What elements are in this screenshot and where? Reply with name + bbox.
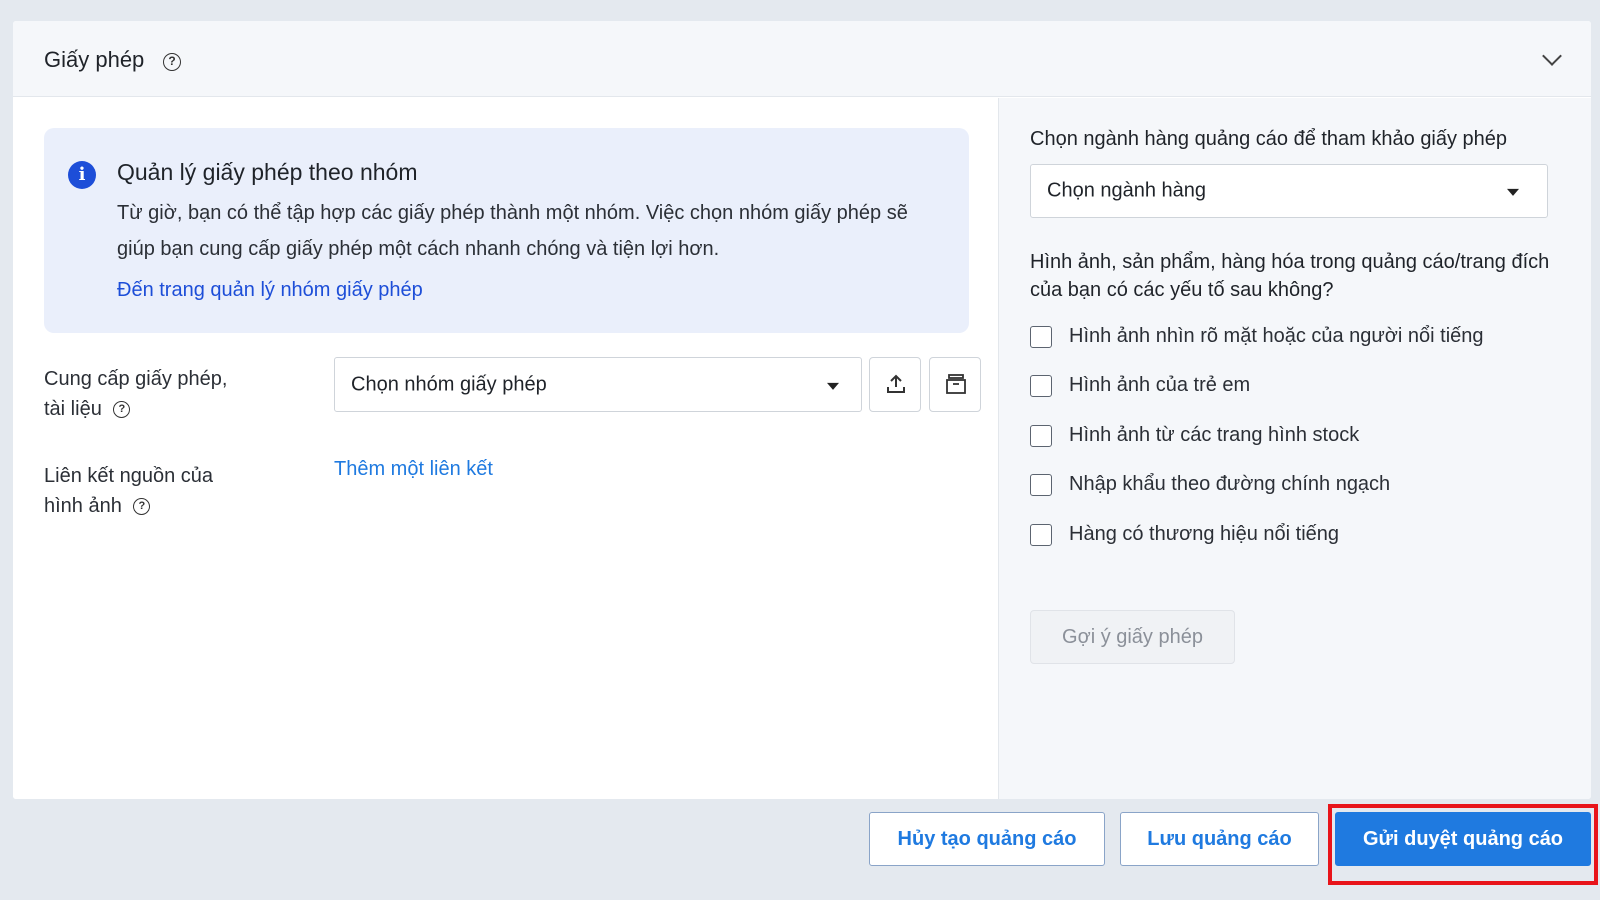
industry-select-label: Chọn ngành hàng quảng cáo để tham khảo g… bbox=[1030, 128, 1508, 150]
add-link-button[interactable]: Thêm một liên kết bbox=[334, 458, 493, 481]
license-group-page-link[interactable]: Đến trang quản lý nhóm giấy phép bbox=[117, 279, 423, 302]
cancel-ad-button[interactable]: Hủy tạo quảng cáo bbox=[869, 812, 1105, 866]
license-card: Giấy phép ? i Quản lý giấy phép theo nhó… bbox=[13, 21, 1591, 799]
license-group-select[interactable]: Chọn nhóm giấy phép bbox=[334, 357, 862, 412]
checkbox[interactable] bbox=[1030, 425, 1052, 447]
license-field-label: Cung cấp giấy phép, tài liệu ? bbox=[44, 364, 227, 424]
checkbox[interactable] bbox=[1030, 326, 1052, 348]
license-library-button[interactable] bbox=[929, 357, 981, 412]
license-group-select-value: Chọn nhóm giấy phép bbox=[351, 373, 547, 395]
upload-button[interactable] bbox=[869, 357, 921, 412]
industry-select-value: Chọn ngành hàng bbox=[1047, 179, 1207, 202]
license-field-label-line1: Cung cấp giấy phép, bbox=[44, 368, 228, 390]
archive-icon bbox=[946, 374, 966, 394]
info-banner-title: Quản lý giấy phép theo nhóm bbox=[117, 159, 418, 185]
license-field-label-line2: tài liệu bbox=[44, 398, 102, 420]
save-ad-button[interactable]: Lưu quảng cáo bbox=[1120, 812, 1319, 866]
caret-down-icon bbox=[1507, 188, 1519, 196]
elements-question: Hình ảnh, sản phẩm, hàng hóa trong quảng… bbox=[1030, 251, 1550, 301]
industry-select[interactable]: Chọn ngành hàng bbox=[1030, 164, 1548, 218]
license-form-pane: i Quản lý giấy phép theo nhóm Từ giờ, bạ… bbox=[13, 98, 998, 799]
option-label: Nhập khẩu theo đường chính ngạch bbox=[1069, 473, 1391, 495]
industry-reference-pane: Chọn ngành hàng quảng cáo để tham khảo g… bbox=[998, 98, 1591, 799]
info-banner: i Quản lý giấy phép theo nhóm Từ giờ, bạ… bbox=[44, 128, 969, 333]
info-icon: i bbox=[68, 161, 96, 189]
caret-down-icon bbox=[827, 382, 839, 390]
source-link-label-line1: Liên kết nguồn của bbox=[44, 465, 214, 487]
chevron-down-icon[interactable] bbox=[1542, 46, 1562, 66]
source-link-label-line2: hình ảnh bbox=[44, 495, 122, 517]
highlight-frame bbox=[1328, 804, 1598, 885]
source-link-field-label: Liên kết nguồn của hình ảnh ? bbox=[44, 461, 213, 521]
info-banner-description: Từ giờ, bạn có thể tập hợp các giấy phép… bbox=[117, 202, 908, 260]
help-icon[interactable]: ? bbox=[133, 498, 151, 516]
option-label: Hình ảnh nhìn rõ mặt hoặc của người nổi … bbox=[1069, 325, 1484, 347]
checkbox[interactable] bbox=[1030, 375, 1052, 397]
checkbox[interactable] bbox=[1030, 474, 1052, 496]
section-title: Giấy phép bbox=[44, 47, 145, 72]
help-icon[interactable]: ? bbox=[163, 53, 181, 71]
upload-icon bbox=[887, 374, 905, 393]
help-icon[interactable]: ? bbox=[113, 401, 131, 419]
option-label: Hình ảnh của trẻ em bbox=[1069, 374, 1251, 396]
option-label: Hàng có thương hiệu nổi tiếng bbox=[1069, 523, 1340, 545]
suggest-license-button[interactable]: Gợi ý giấy phép bbox=[1030, 610, 1235, 664]
checkbox[interactable] bbox=[1030, 524, 1052, 546]
option-label: Hình ảnh từ các trang hình stock bbox=[1069, 424, 1360, 446]
license-section-header[interactable]: Giấy phép ? bbox=[13, 21, 1591, 97]
